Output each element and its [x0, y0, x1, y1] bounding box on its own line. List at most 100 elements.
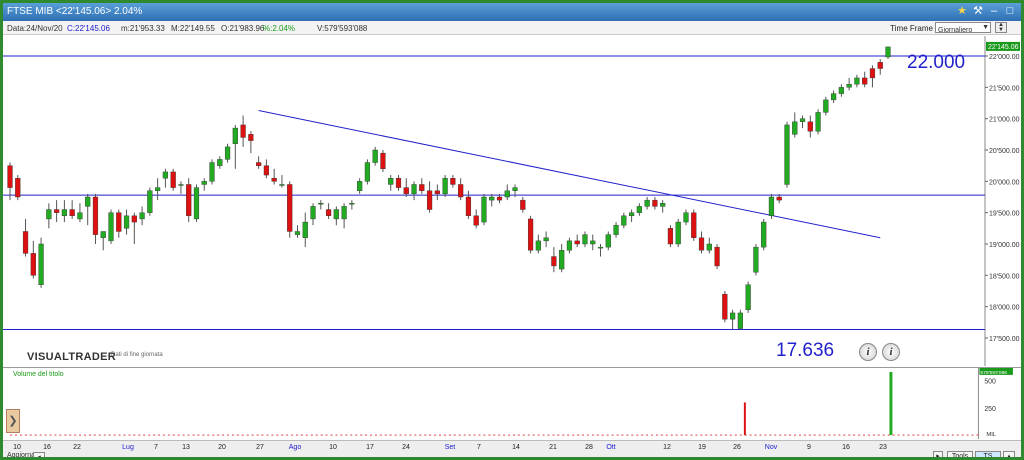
side-panel-arrow-icon[interactable]: ❯	[6, 409, 20, 433]
window-titlebar[interactable]: FTSE MIB <22'145.06> 2.04% ★ ⚒ – □	[3, 3, 1021, 21]
info-icon[interactable]: i	[859, 343, 877, 361]
price-tick-label: 21'000.00	[989, 117, 1020, 124]
timeframe-select[interactable]: Giornaliero ▼	[935, 22, 991, 34]
candle-body	[403, 187, 409, 195]
candle-body	[745, 284, 751, 311]
info-icon[interactable]: i	[882, 343, 900, 361]
candle-body	[38, 243, 44, 285]
candle-body	[15, 177, 21, 198]
candle-body	[877, 62, 883, 69]
date-tick-label: 16	[43, 444, 51, 451]
date-tick-label: 7	[154, 444, 158, 451]
candle-body	[61, 209, 67, 217]
candle-body	[92, 196, 99, 235]
minimize-icon[interactable]: –	[987, 4, 1001, 18]
price-chart[interactable]: 22'000.00 21'500.00 21'000.00 20'500.00 20'0…	[3, 36, 1021, 366]
date-tick-label: 21	[549, 444, 557, 451]
candle-body	[364, 162, 371, 182]
candle-body	[248, 134, 254, 141]
date-tick-label: 27	[256, 444, 264, 451]
candle-body	[170, 171, 176, 188]
tools-icon[interactable]: ⚒	[971, 4, 985, 18]
candle-body	[854, 77, 860, 85]
candle-body	[263, 165, 270, 176]
scroll-left-button[interactable]: ◂	[33, 452, 45, 457]
candle-body	[714, 246, 720, 267]
maximize-icon[interactable]: □	[1003, 4, 1017, 18]
info-min: m:21'953.33	[121, 24, 165, 33]
date-tick-label: 26	[733, 444, 741, 451]
candle-body	[489, 196, 495, 201]
date-tick-label: 7	[477, 444, 481, 451]
chevron-down-icon: ▼	[982, 24, 989, 31]
candle-body	[186, 184, 192, 216]
refresh-label[interactable]: Aggiorna	[7, 452, 35, 457]
date-tick-label: 20	[218, 444, 226, 451]
info-close: C:22'145.06	[67, 24, 110, 33]
last-volume-label: 579'593'088	[980, 370, 1007, 376]
candle-body	[823, 99, 829, 113]
date-axis: 10 16 22 Lug 7 13 20 27 Ago 10 17 24 Set 7 14 21 28 Ott 12…	[13, 444, 887, 451]
candle-body	[271, 177, 277, 182]
candle-body	[357, 181, 363, 191]
volume-unit-label: MIL	[986, 432, 997, 438]
date-tick-label: Lug	[122, 444, 134, 451]
candle-body	[613, 224, 619, 235]
candle-body	[302, 221, 308, 238]
date-tick-label: 13	[182, 444, 190, 451]
date-tick-label: 14	[512, 444, 520, 451]
timeframe-spinner[interactable]: ▲ ▼	[995, 22, 1007, 33]
ts-off-button[interactable]: TS OFF	[975, 451, 1001, 457]
candle-body	[77, 212, 83, 220]
price-tick-label: 17'500.00	[989, 336, 1020, 343]
info-pct: %:2.04%	[263, 24, 296, 33]
candle-body	[535, 240, 541, 251]
candle-body	[504, 190, 510, 198]
candle-body	[116, 212, 122, 232]
candle-body	[256, 162, 262, 166]
volume-chart[interactable]: Volume del titolo 500 250 MIL 579'593'088	[3, 367, 1021, 439]
candle-body	[411, 184, 417, 195]
candle-body	[279, 184, 285, 186]
date-tick-label: 17	[366, 444, 374, 451]
candle-body	[333, 209, 339, 220]
info-max: M:22'149.55	[171, 24, 215, 33]
candle-body	[520, 199, 526, 210]
price-tick-label: 18'000.00	[989, 305, 1020, 312]
candle-body	[473, 215, 479, 226]
candle-body	[325, 209, 332, 217]
support-annotation: 17.636	[776, 340, 834, 361]
star-icon[interactable]: ★	[955, 4, 969, 18]
candle-body	[426, 190, 433, 210]
candle-body	[683, 212, 689, 223]
candle-body	[85, 196, 91, 207]
price-tick-label: 19'500.00	[989, 211, 1020, 218]
tools-button[interactable]: Tools	[947, 451, 973, 457]
visualtrader-logo: VISUALTRADER Dati di fine giornata	[27, 347, 177, 365]
candle-body	[761, 221, 767, 248]
date-tick-label: 19	[698, 444, 706, 451]
candle-body	[838, 87, 844, 94]
candle-body	[434, 190, 440, 195]
candle-body	[294, 231, 301, 235]
candle-body	[318, 203, 324, 205]
candle-body	[349, 203, 355, 205]
candle-body	[372, 149, 378, 163]
candle-body	[380, 152, 386, 169]
window-title: FTSE MIB <22'145.06> 2.04%	[7, 6, 143, 17]
resistance-annotation: 22.000	[907, 52, 965, 73]
candle-body	[209, 162, 215, 182]
candle-body	[240, 124, 246, 138]
candle-body	[551, 256, 557, 267]
candle-body	[729, 312, 736, 320]
candle-body	[46, 209, 52, 220]
candle-body	[667, 228, 674, 245]
candle-body	[753, 246, 759, 273]
candle-body	[458, 184, 464, 198]
date-tick-label: Set	[445, 444, 456, 451]
candle-body	[465, 196, 472, 216]
expand-button[interactable]: ▴	[1003, 451, 1015, 457]
candle-body	[862, 77, 868, 85]
date-tick-label: 22	[73, 444, 81, 451]
scroll-right-button[interactable]: ▸	[933, 451, 943, 457]
